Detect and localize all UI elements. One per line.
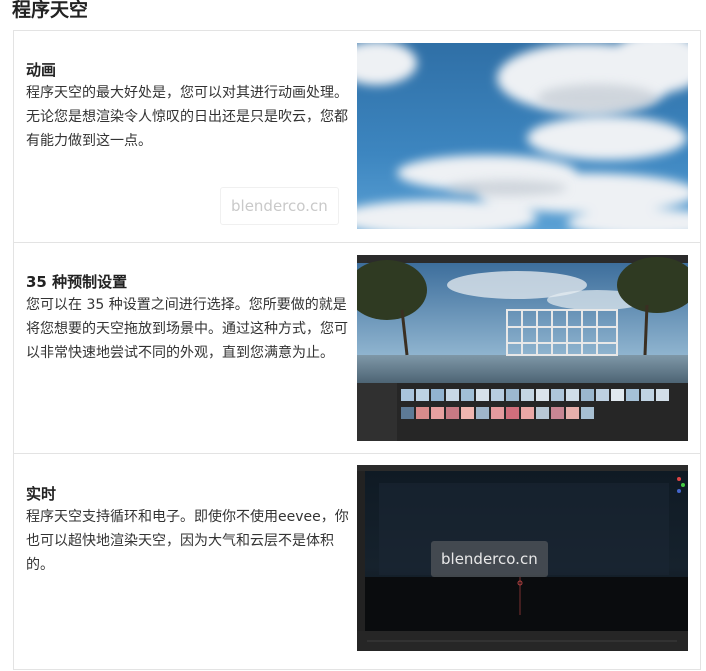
feature-description: 您可以在 35 种设置之间进行选择。您所要做的就是将您想要的天空拖放到场景中。通… bbox=[26, 297, 348, 361]
blender-scene-screenshot bbox=[357, 255, 688, 441]
watermark: blenderco.cn bbox=[220, 187, 339, 225]
feature-description: 程序天空的最大好处是，您可以对其进行动画处理。无论您是想渲染令人惊叹的日出还是只… bbox=[26, 85, 348, 149]
watermark: blenderco.cn bbox=[431, 541, 548, 577]
feature-row-realtime: 实时 程序天空支持循环和电子。即使你不使用eevee，你也可以超快地渲染天空，因… bbox=[14, 454, 700, 671]
sky-clouds-image bbox=[357, 43, 688, 229]
feature-row-presets: 35 种预制设置 您可以在 35 种设置之间进行选择。您所要做的就是将您想要的天… bbox=[14, 243, 700, 454]
page-title: 程序天空 bbox=[12, 0, 89, 21]
feature-description: 程序天空支持循环和电子。即使你不使用eevee，你也可以超快地渲染天空，因为大气… bbox=[26, 509, 349, 573]
feature-title: 实时 bbox=[26, 485, 57, 503]
feature-title: 35 种预制设置 bbox=[26, 273, 128, 291]
feature-row-animation: 动画 程序天空的最大好处是，您可以对其进行动画处理。无论您是想渲染令人惊叹的日出… bbox=[14, 31, 700, 243]
blender-dark-viewport-screenshot: blenderco.cn bbox=[357, 465, 688, 651]
feature-table: 动画 程序天空的最大好处是，您可以对其进行动画处理。无论您是想渲染令人惊叹的日出… bbox=[13, 30, 701, 670]
feature-title: 动画 bbox=[26, 61, 57, 79]
